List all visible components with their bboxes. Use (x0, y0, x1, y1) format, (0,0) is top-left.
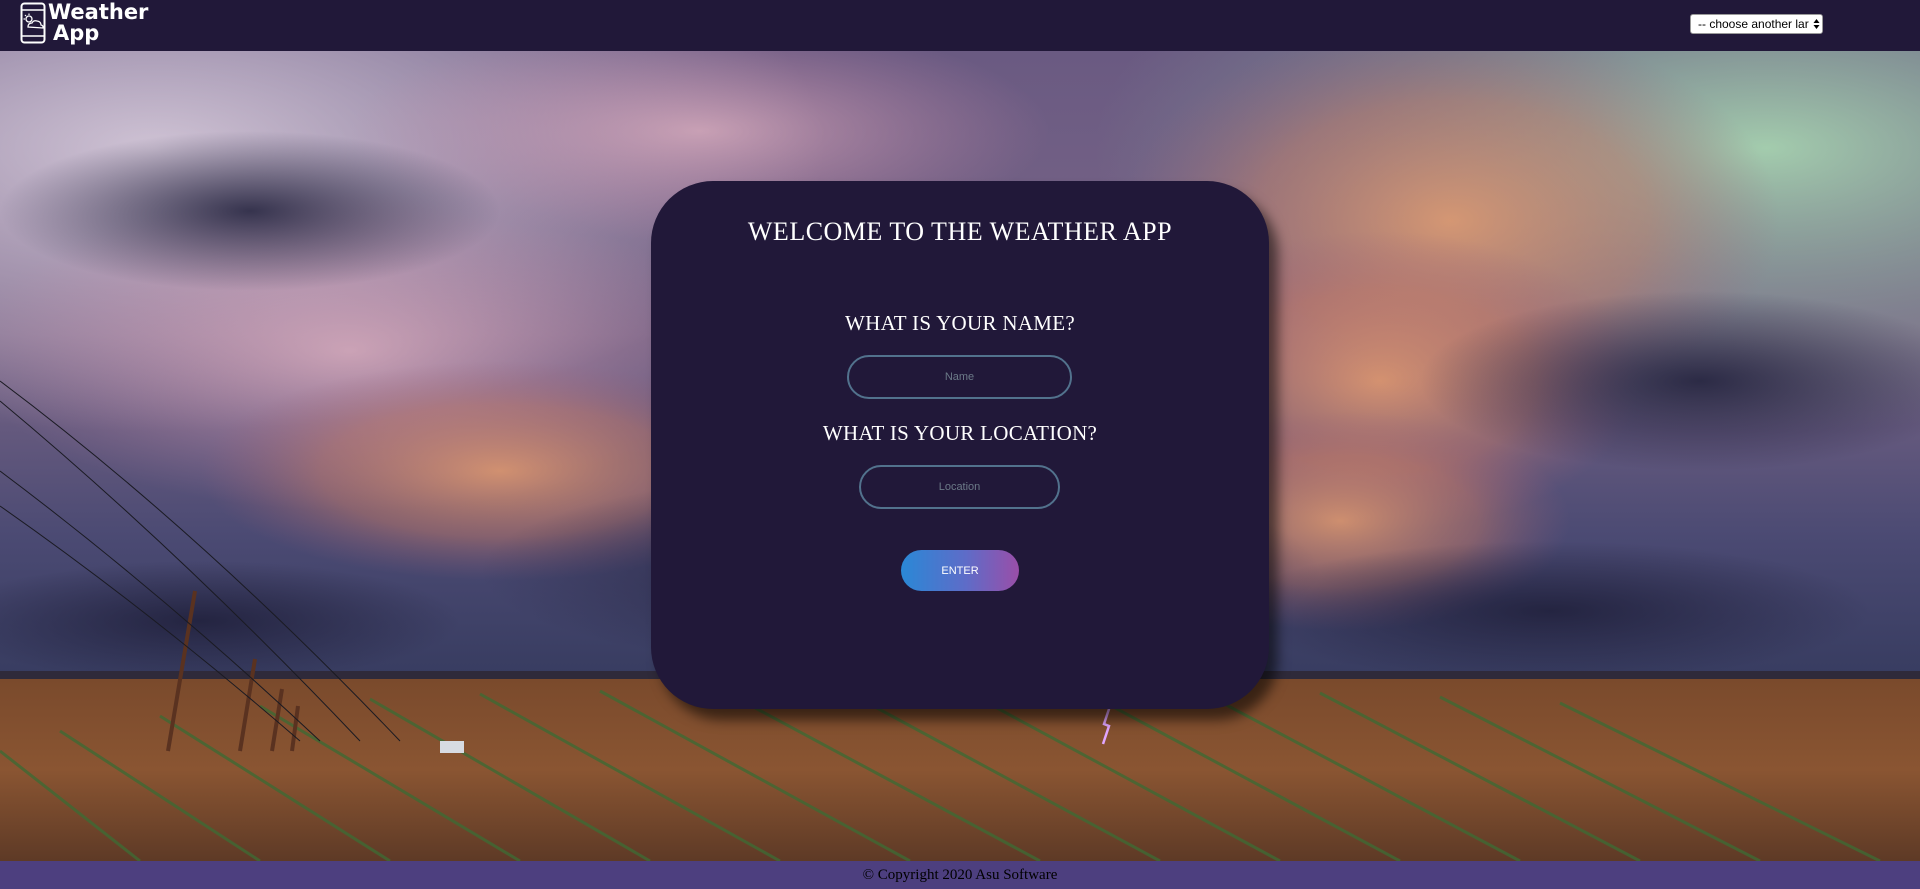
logo-text: Weather App (48, 0, 149, 45)
up-down-arrows-glyph (1813, 19, 1819, 29)
logo-text-line2: App (53, 20, 100, 45)
name-input[interactable] (847, 355, 1072, 399)
language-select-value: -- choose another lar (1698, 17, 1809, 31)
weather-app-page: Weather App -- choose another lar WELCOM… (0, 0, 1920, 889)
copyright-text: © Copyright 2020 Asu Software (862, 867, 1058, 883)
top-navbar: Weather App -- choose another lar (0, 0, 1920, 51)
phone-weather-icon (20, 2, 46, 44)
location-input[interactable] (859, 465, 1060, 509)
logo-text-line1: Weather (48, 0, 149, 24)
name-question: WHAT IS YOUR NAME? (845, 311, 1075, 335)
footer: © Copyright 2020 Asu Software (0, 861, 1920, 889)
up-down-arrows-icon (1810, 15, 1822, 33)
language-select[interactable]: -- choose another lar (1690, 14, 1823, 34)
welcome-title: WELCOME TO THE WEATHER APP (747, 217, 1173, 246)
app-logo[interactable]: Weather App (20, 0, 149, 45)
enter-button[interactable]: ENTER (901, 550, 1019, 591)
welcome-card: WELCOME TO THE WEATHER APP WHAT IS YOUR … (651, 181, 1269, 709)
location-question: WHAT IS YOUR LOCATION? (822, 421, 1098, 445)
